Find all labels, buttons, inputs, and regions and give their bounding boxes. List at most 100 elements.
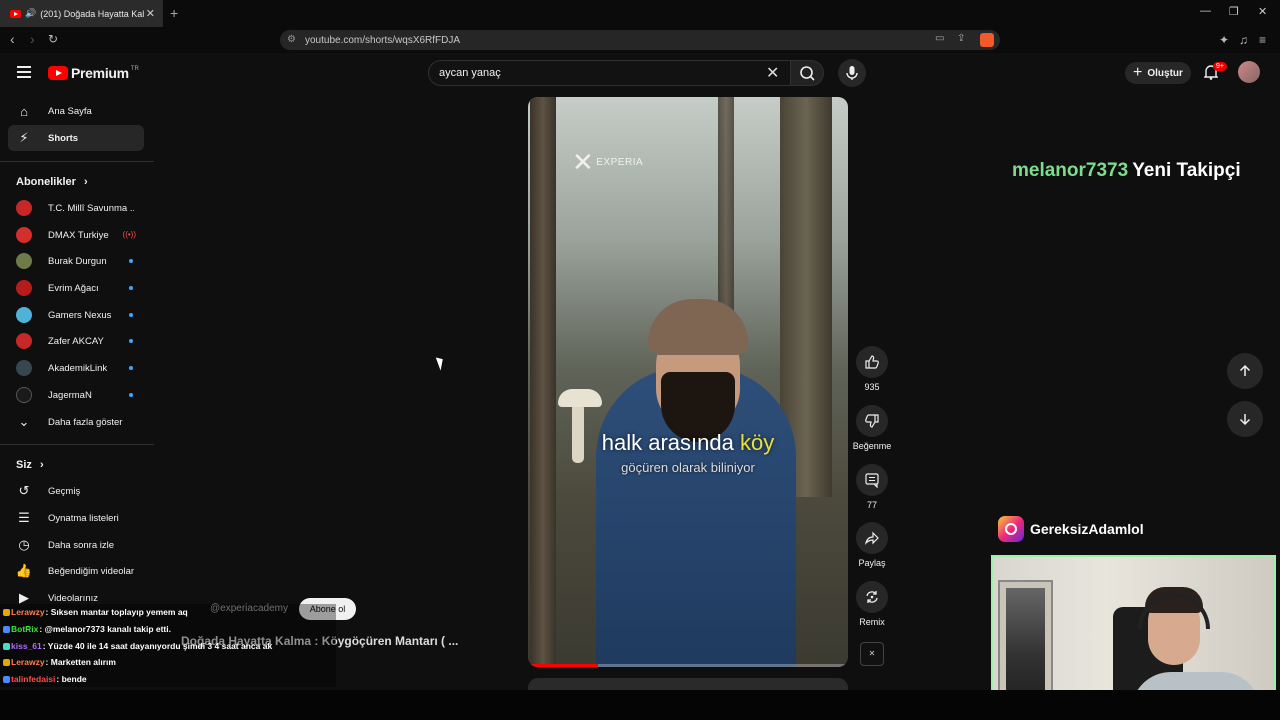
channel-avatar xyxy=(16,387,32,403)
new-content-dot xyxy=(129,393,133,397)
dislike-label: Beğenme xyxy=(852,441,892,451)
speaker-icon[interactable]: 🔊 xyxy=(25,8,36,19)
share-icon xyxy=(864,531,879,545)
sidebar-item-subscription[interactable]: DMAX Turkiye ((•)) xyxy=(8,222,144,248)
video-progress-bar[interactable] xyxy=(528,664,848,667)
chat-badge-icon xyxy=(3,659,10,666)
close-window-button[interactable]: ✕ xyxy=(1258,5,1267,18)
tab-title: (201) Doğada Hayatta Kalma xyxy=(40,8,144,19)
sidebar-item-shorts[interactable]: ⚡ Shorts xyxy=(8,125,144,151)
plus-icon: + xyxy=(1133,64,1143,81)
create-button[interactable]: + Oluştur xyxy=(1125,62,1191,84)
new-content-dot xyxy=(129,339,133,343)
chat-badge-icon xyxy=(3,609,10,616)
video-progress-fill xyxy=(528,664,599,667)
minimize-button[interactable]: — xyxy=(1200,5,1211,17)
media-icon[interactable]: ♫ xyxy=(1239,33,1248,47)
close-tab-icon[interactable]: ✕ xyxy=(146,7,155,20)
instagram-handle: GereksizAdamlol xyxy=(998,516,1144,542)
url-text: youtube.com/shorts/wqsX6RfFDJA xyxy=(305,34,461,46)
site-info-icon[interactable]: ⚙ xyxy=(287,34,296,45)
new-content-dot xyxy=(129,286,133,290)
previous-short-button[interactable] xyxy=(1227,353,1263,389)
new-content-dot xyxy=(129,313,133,317)
youtube-premium-logo[interactable]: Premium TR xyxy=(48,65,139,81)
subscriptions-header[interactable]: Abonelikler › xyxy=(16,176,88,188)
search-button[interactable] xyxy=(790,60,824,86)
you-header[interactable]: Siz › xyxy=(16,459,44,471)
channel-avatar xyxy=(16,200,32,216)
next-short-preview[interactable] xyxy=(528,678,848,690)
address-bar[interactable]: ⚙ youtube.com/shorts/wqsX6RfFDJA ▭ ⇪ xyxy=(280,30,1000,50)
next-short-button[interactable] xyxy=(1227,401,1263,437)
remix-label: Remix xyxy=(859,617,885,627)
history-icon: ↺ xyxy=(18,483,30,498)
tree-trunk xyxy=(530,97,556,667)
share-button[interactable]: Paylaş xyxy=(855,522,889,568)
new-content-dot xyxy=(129,259,133,263)
sidebar-item-history[interactable]: ↺ Geçmiş xyxy=(8,478,144,504)
account-avatar[interactable] xyxy=(1238,61,1260,83)
remix-button[interactable]: Remix xyxy=(855,581,889,627)
maximize-button[interactable]: ❐ xyxy=(1229,5,1239,18)
chat-badge-icon xyxy=(3,676,10,683)
show-more-button[interactable]: ⌄ Daha fazla göster xyxy=(8,409,144,435)
playlist-icon: ☰ xyxy=(18,510,30,525)
like-button[interactable]: 935 xyxy=(855,346,889,392)
chat-badge-icon xyxy=(3,643,10,650)
back-button[interactable]: ‹ xyxy=(10,31,15,47)
channel-thumbnail[interactable]: ✕ xyxy=(860,642,884,666)
sidebar-divider xyxy=(0,444,154,445)
chevron-down-icon: ⌄ xyxy=(18,414,30,429)
sidebar-item-subscription[interactable]: Burak Durgun xyxy=(8,248,144,274)
youtube-logo-icon xyxy=(48,66,68,80)
sidebar-item-subscription[interactable]: Zafer AKCAY xyxy=(8,328,144,354)
clear-search-icon[interactable]: ✕ xyxy=(766,63,779,83)
chevron-right-icon: › xyxy=(39,459,44,471)
sidebar-item-home[interactable]: ⌂ Ana Sayfa xyxy=(8,98,144,124)
share-label: Paylaş xyxy=(858,558,886,568)
extensions-icon[interactable]: ✦ xyxy=(1219,33,1229,47)
forward-button[interactable]: › xyxy=(30,31,35,47)
sidebar-item-playlists[interactable]: ☰ Oynatma listeleri xyxy=(8,505,144,531)
dislike-button[interactable]: Beğenme xyxy=(853,405,891,451)
share-page-icon[interactable]: ⇪ xyxy=(957,33,965,44)
reload-button[interactable]: ↻ xyxy=(48,32,58,46)
live-icon: ((•)) xyxy=(122,230,136,239)
like-count: 935 xyxy=(864,382,880,392)
sidebar-item-watch-later[interactable]: ◷ Daha sonra izle xyxy=(8,532,144,558)
clock-icon: ◷ xyxy=(18,537,30,552)
comments-button[interactable]: 77 xyxy=(855,464,889,510)
cast-icon[interactable]: ▭ xyxy=(935,33,944,44)
voice-search-button[interactable] xyxy=(838,59,866,87)
shorts-video-player[interactable]: ✕ EXPERIA halk arasında köy göçüren olara… xyxy=(528,97,848,667)
mouse-cursor xyxy=(435,355,447,371)
sidebar-item-subscription[interactable]: Evrim Ağacı xyxy=(8,275,144,301)
chat-badge-icon xyxy=(3,626,10,633)
taskbar-strip xyxy=(0,690,1280,720)
browser-tab[interactable]: 🔊 (201) Doğada Hayatta Kalma ✕ xyxy=(0,0,163,27)
sidebar-item-subscription[interactable]: Gamers Nexus xyxy=(8,302,144,328)
hamburger-menu-icon[interactable] xyxy=(17,66,31,78)
mushroom-cap xyxy=(558,389,602,407)
browser-toolbar: ‹ › ↻ ⚙ youtube.com/shorts/wqsX6RfFDJA ▭… xyxy=(0,27,1280,53)
experia-watermark: ✕ EXPERIA xyxy=(572,147,644,177)
stream-chat: Lerawzy: Sıksen mantar toplayıp yemem aq… xyxy=(0,604,336,687)
channel-avatar xyxy=(16,227,32,243)
microphone-icon xyxy=(846,66,858,80)
new-tab-button[interactable]: + xyxy=(170,5,178,21)
chevron-right-icon: › xyxy=(83,176,88,188)
sidebar-item-subscription[interactable]: T.C. Millî Savunma ... xyxy=(8,195,144,221)
brave-shields-icon[interactable] xyxy=(980,33,994,47)
chat-message: Lerawzy: Marketten alırım xyxy=(3,657,116,667)
search-box xyxy=(428,60,791,86)
chat-message: BotRix: @melanor7373 kanalı takip etti. xyxy=(3,624,171,634)
search-icon xyxy=(800,66,815,81)
youtube-favicon-icon xyxy=(10,9,21,18)
youtube-header: Premium TR ✕ + Oluştur 9+ xyxy=(0,53,1280,91)
menu-icon[interactable]: ≡ xyxy=(1259,33,1266,47)
search-input[interactable] xyxy=(439,67,759,79)
sidebar-item-subscription[interactable]: JagermaN xyxy=(8,382,144,408)
sidebar-item-subscription[interactable]: AkademikLink xyxy=(8,355,144,381)
sidebar-item-liked-videos[interactable]: 👍 Beğendiğim videolar xyxy=(8,558,144,584)
